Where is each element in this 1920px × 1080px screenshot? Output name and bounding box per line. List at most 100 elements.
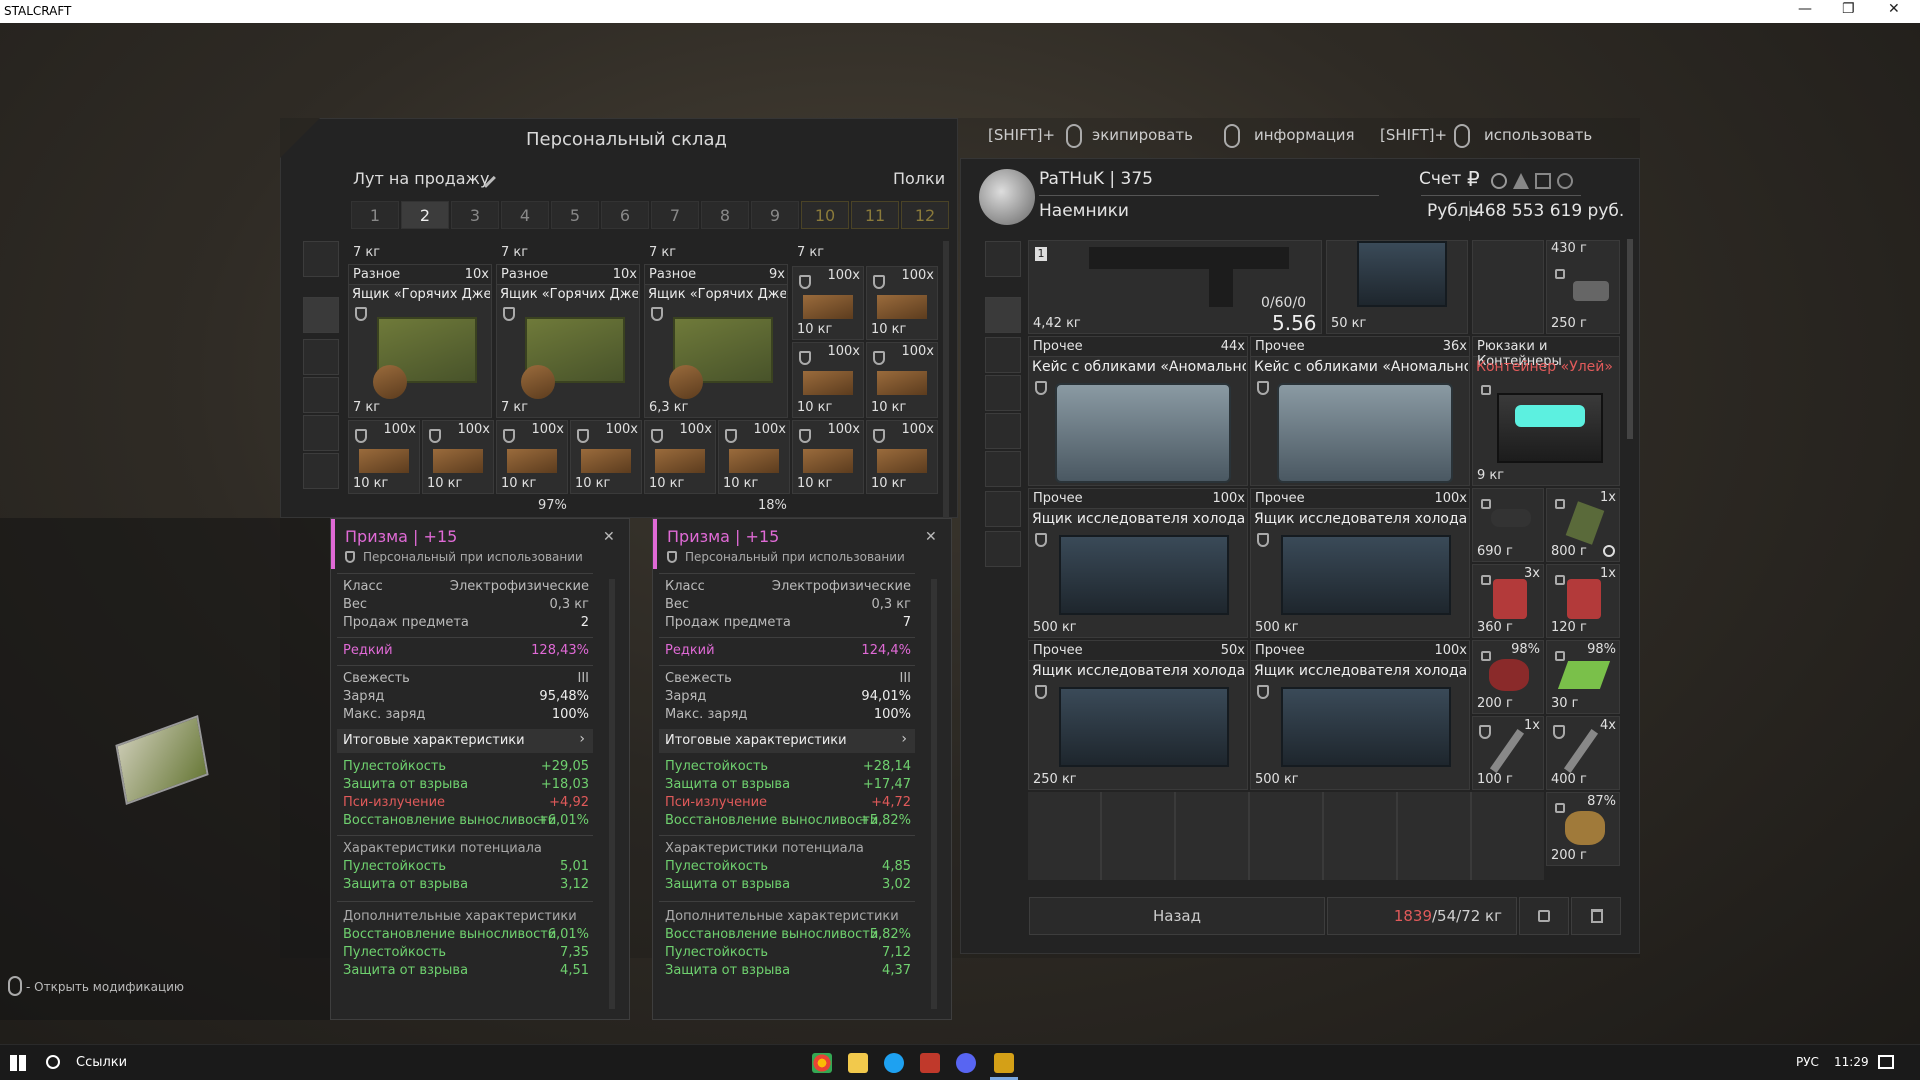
category-list-icon[interactable] <box>303 241 339 277</box>
stash-item-small[interactable]: 100x 10 кг <box>792 420 864 494</box>
language-indicator[interactable]: РУС <box>1796 1055 1819 1069</box>
coupon-icon[interactable] <box>1535 173 1551 189</box>
inventory-empty-slot[interactable] <box>1472 240 1544 334</box>
shelf-tabs: 1 2 3 4 5 6 7 8 9 10 11 12 <box>351 201 949 229</box>
tab-8[interactable]: 8 <box>701 201 749 229</box>
inventory-item-case[interactable]: Прочее 44x Кейс с обликами «Аномального Б… <box>1028 336 1248 486</box>
close-button[interactable]: ✕ <box>1888 1 1900 17</box>
file-explorer-icon[interactable] <box>848 1053 868 1073</box>
stalcraft-icon[interactable] <box>994 1053 1014 1073</box>
tooltip-close-button[interactable]: ✕ <box>603 529 615 545</box>
stash-item-small[interactable]: 100x 10 кг <box>348 420 420 494</box>
inventory-item-container[interactable]: Рюкзаки и Контейнеры Контейнер «Улей» 9 … <box>1472 336 1620 486</box>
inventory-side-item[interactable]: 4x 400 г <box>1546 716 1620 790</box>
item-category: Прочее <box>1255 491 1305 506</box>
tooltip-scrollbar[interactable] <box>931 579 937 1009</box>
gear-currency-icon[interactable] <box>1491 173 1507 189</box>
inv-box-icon[interactable] <box>985 531 1021 567</box>
inv-grid-icon[interactable] <box>985 297 1021 333</box>
stash-item-small[interactable]: 100x 10 кг <box>644 420 716 494</box>
inventory-side-item[interactable]: 430 г 250 г <box>1546 240 1620 334</box>
category-misc-icon[interactable] <box>303 453 339 489</box>
lock-button[interactable] <box>1519 897 1569 935</box>
inventory-item-case[interactable]: Прочее 36x Кейс с обликами «Аномального Б… <box>1250 336 1470 486</box>
stash-item-small[interactable]: 100x 10 кг <box>866 420 938 494</box>
tab-12[interactable]: 12 <box>901 201 949 229</box>
stash-item-small[interactable]: 100x 10 кг <box>496 420 568 494</box>
stash-item-small[interactable]: 100x 10 кг <box>792 342 864 418</box>
tab-5[interactable]: 5 <box>551 201 599 229</box>
tab-1[interactable]: 1 <box>351 201 399 229</box>
back-button[interactable]: Назад <box>1029 897 1325 935</box>
edge-icon[interactable] <box>884 1053 904 1073</box>
app-icon[interactable] <box>920 1053 940 1073</box>
tooltip-close-button[interactable]: ✕ <box>925 529 937 545</box>
minimize-button[interactable]: — <box>1798 1 1812 17</box>
item-name: Контейнер «Улей» <box>1476 359 1613 375</box>
inv-weapon-icon[interactable] <box>985 375 1021 411</box>
inventory-empty-slots[interactable] <box>1028 792 1544 880</box>
inventory-side-item[interactable]: 1x 100 г <box>1472 716 1544 790</box>
inventory-case[interactable]: 50 кг <box>1326 240 1468 334</box>
inventory-side-item[interactable]: 1x 120 г <box>1546 564 1620 638</box>
stash-item-small[interactable]: 100x 10 кг <box>422 420 494 494</box>
discord-icon[interactable] <box>956 1053 976 1073</box>
final-stats-toggle[interactable]: Итоговые характеристики › <box>337 729 593 753</box>
inv-artifact-icon[interactable] <box>985 413 1021 449</box>
inventory-item-crate[interactable]: Прочее 100x Ящик исследователя холода 500… <box>1250 488 1470 638</box>
tab-7[interactable]: 7 <box>651 201 699 229</box>
inventory-item-crate[interactable]: Прочее 50x Ящик исследователя холода 250 … <box>1028 640 1248 790</box>
divider <box>1469 201 1470 221</box>
chrome-icon[interactable] <box>812 1053 832 1073</box>
inventory-side-item[interactable]: 98% 200 г <box>1472 640 1544 714</box>
stat-charge: Заряд 94,01% <box>665 689 911 707</box>
tooltip-scrollbar[interactable] <box>609 579 615 1009</box>
tab-4[interactable]: 4 <box>501 201 549 229</box>
search-icon[interactable] <box>46 1055 60 1069</box>
badge-icon[interactable] <box>1557 173 1573 189</box>
inventory-item-crate[interactable]: Прочее 100x Ящик исследователя холода 500… <box>1250 640 1470 790</box>
stash-item-small[interactable]: 100x 10 кг <box>866 342 938 418</box>
windows-start-icon[interactable] <box>10 1055 26 1071</box>
stash-item-crate[interactable]: Разное 10x Ящик «Горячих Джек... 7 кг <box>348 264 492 418</box>
trash-button[interactable] <box>1571 897 1621 935</box>
tab-10[interactable]: 10 <box>801 201 849 229</box>
inv-device-icon[interactable] <box>985 451 1021 487</box>
inventory-side-item[interactable]: 98% 30 г <box>1546 640 1620 714</box>
stash-item-small[interactable]: 100x 10 кг <box>866 266 938 340</box>
tab-9[interactable]: 9 <box>751 201 799 229</box>
use-hint: использовать <box>1484 126 1593 144</box>
clock[interactable]: 11:29 <box>1834 1055 1869 1069</box>
stash-item-small[interactable]: 100x 10 кг <box>718 420 790 494</box>
inventory-side-item[interactable]: 87% 200 г <box>1546 792 1620 866</box>
inventory-side-item[interactable]: 1x 800 г <box>1546 488 1620 562</box>
category-grid-icon[interactable] <box>303 297 339 333</box>
final-stats-toggle[interactable]: Итоговые характеристики › <box>659 729 915 753</box>
tab-2[interactable]: 2 <box>401 201 449 229</box>
inventory-item-crate[interactable]: Прочее 100x Ящик исследователя холода 500… <box>1028 488 1248 638</box>
stash-item-crate[interactable]: Разное 9x Ящик «Горячих Джек... 6,3 кг <box>644 264 788 418</box>
tab-3[interactable]: 3 <box>451 201 499 229</box>
notifications-icon[interactable] <box>1878 1055 1894 1069</box>
faction-emblem-icon <box>979 169 1035 225</box>
stash-item-small[interactable]: 100x 10 кг <box>570 420 642 494</box>
inventory-weapon[interactable]: 1 0/60/0 5.56 4,42 кг <box>1028 240 1322 334</box>
category-tools-icon[interactable] <box>303 415 339 451</box>
category-weapon-icon[interactable] <box>303 339 339 375</box>
inventory-scrollbar[interactable] <box>1627 239 1633 439</box>
inv-list-icon[interactable] <box>985 241 1021 277</box>
ruble-icon[interactable]: ₽ <box>1467 167 1480 191</box>
inventory-side-item[interactable]: 690 г <box>1472 488 1544 562</box>
inventory-side-item[interactable]: 3x 360 г <box>1472 564 1544 638</box>
inv-armor-icon[interactable] <box>985 337 1021 373</box>
token-icon[interactable] <box>1513 173 1529 189</box>
stash-item-small[interactable]: 100x 10 кг <box>792 266 864 340</box>
tab-11[interactable]: 11 <box>851 201 899 229</box>
restore-button[interactable]: ❐ <box>1842 1 1855 17</box>
taskbar-search-label[interactable]: Ссылки <box>76 1055 127 1070</box>
stash-scrollbar[interactable] <box>943 241 949 518</box>
category-armor-icon[interactable] <box>303 377 339 413</box>
tab-6[interactable]: 6 <box>601 201 649 229</box>
stash-item-crate[interactable]: Разное 10x Ящик «Горячих Джек... 7 кг <box>496 264 640 418</box>
inv-tools-icon[interactable] <box>985 491 1021 527</box>
